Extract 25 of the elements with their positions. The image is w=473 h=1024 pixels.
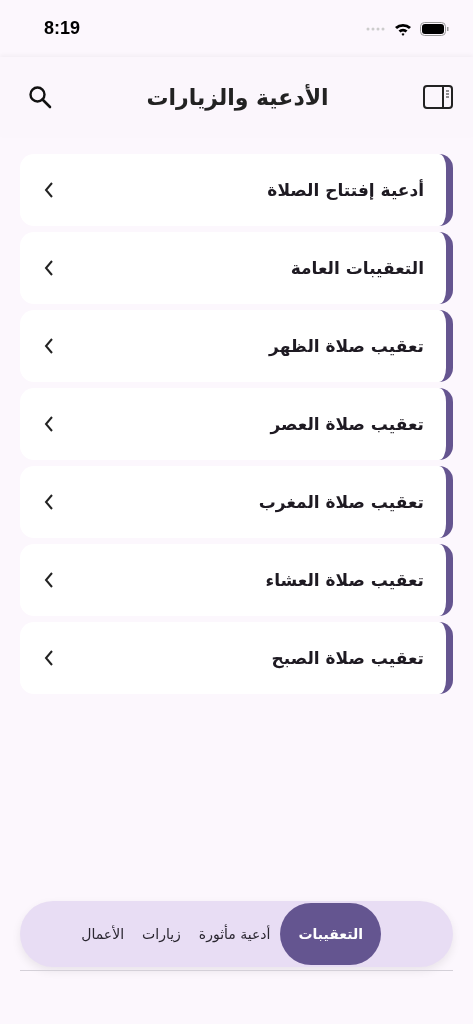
list-item[interactable]: أدعية إفتتاح الصلاة [20, 154, 453, 226]
screen-title: الأدعية والزيارات [146, 84, 329, 110]
wifi-icon [394, 21, 412, 36]
tab[interactable]: زيارات [134, 903, 189, 965]
chevron-icon [44, 494, 54, 510]
chevron-icon [44, 416, 54, 432]
battery-icon [420, 21, 449, 36]
chevron-icon [44, 572, 54, 588]
chevron-icon [44, 182, 54, 198]
list-item[interactable]: تعقيب صلاة المغرب [20, 466, 453, 538]
search-icon[interactable] [28, 85, 52, 109]
chevron-icon [44, 338, 54, 354]
list-item[interactable]: التعقيبات العامة [20, 232, 453, 304]
chevron-icon [44, 650, 54, 666]
status-time: 8:19 [44, 18, 81, 39]
tab[interactable]: أدعية مأثورة [190, 903, 279, 965]
list-item[interactable]: تعقيب صلاة الصبح [20, 622, 453, 694]
tab[interactable]: الأعمال [73, 903, 133, 965]
sidebar-icon[interactable] [423, 85, 453, 109]
list-item[interactable]: تعقيب صلاة العصر [20, 388, 453, 460]
list-item[interactable]: تعقيب صلاة الظهر [20, 310, 453, 382]
signal-icon [366, 26, 386, 31]
tab[interactable]: التعقيبات [280, 903, 381, 965]
chevron-icon [44, 260, 54, 276]
list-item[interactable]: تعقيب صلاة العشاء [20, 544, 453, 616]
